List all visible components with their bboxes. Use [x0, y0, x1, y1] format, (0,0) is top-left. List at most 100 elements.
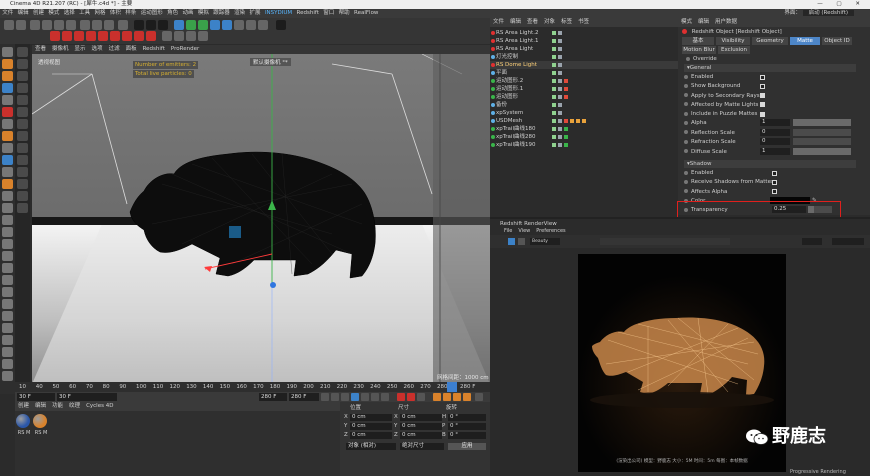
menu-item[interactable]: 编辑: [18, 10, 29, 16]
visibility-icon[interactable]: [552, 79, 556, 83]
layout-selector[interactable]: 界面： 启动 (Redshift): [490, 9, 870, 18]
object-row[interactable]: 灯光控制: [490, 53, 678, 61]
mode-tool-10-icon[interactable]: [2, 155, 13, 165]
object-row[interactable]: RS Area Light: [490, 45, 678, 53]
check-icon[interactable]: [558, 71, 562, 75]
z-axis-icon[interactable]: [104, 20, 114, 30]
menu-item[interactable]: Redshift: [297, 10, 319, 16]
perspective-viewport[interactable]: 透视视图 Number of emitters: 2 Total live pa…: [32, 54, 490, 384]
object-row[interactable]: RS Area Light.1: [490, 37, 678, 45]
mode-tool-23-icon[interactable]: [2, 311, 13, 321]
render-start-button[interactable]: [508, 238, 515, 245]
mode-tool-14-icon[interactable]: [2, 203, 13, 213]
check-icon[interactable]: [558, 31, 562, 35]
material-ball-icon[interactable]: [33, 414, 47, 428]
mode-tool-15-icon[interactable]: [2, 215, 13, 225]
tool-14-icon[interactable]: [17, 203, 28, 213]
mode-tool-18-icon[interactable]: [2, 251, 13, 261]
rotation-field[interactable]: 0 °: [448, 413, 486, 421]
key-position-button[interactable]: [433, 393, 441, 401]
rotate-icon[interactable]: [66, 20, 76, 30]
mode-tool-27-icon[interactable]: [2, 359, 13, 369]
mode-tool-26-icon[interactable]: [2, 347, 13, 357]
coord-system-icon[interactable]: [118, 20, 128, 30]
move-icon[interactable]: [42, 20, 52, 30]
tag-icon[interactable]: [564, 135, 568, 139]
cube-icon[interactable]: [174, 20, 184, 30]
menu-item[interactable]: 运动图形: [141, 10, 163, 16]
viewport-menu-item[interactable]: ProRender: [171, 46, 199, 52]
check-icon[interactable]: [558, 87, 562, 91]
check-icon[interactable]: [558, 95, 562, 99]
position-field[interactable]: 0 cm: [350, 422, 392, 430]
y-axis-icon[interactable]: [92, 20, 102, 30]
param-value-field[interactable]: 1: [760, 147, 790, 155]
visibility-icon[interactable]: [552, 103, 556, 107]
layout-value[interactable]: 启动 (Redshift): [802, 10, 854, 16]
key-select-button[interactable]: [417, 393, 425, 401]
redshift-tool-6-icon[interactable]: [110, 31, 120, 41]
menu-item[interactable]: 模拟: [198, 10, 209, 16]
end-frame-field-b[interactable]: 280 F: [289, 393, 319, 401]
material-menu-item[interactable]: 创建: [18, 403, 29, 409]
beauty-aov-select[interactable]: Beauty: [530, 238, 560, 245]
param-value-field[interactable]: 1: [760, 119, 790, 126]
xparticles-icon[interactable]: [276, 20, 286, 30]
check-icon[interactable]: [558, 111, 562, 115]
mode-tool-3-icon[interactable]: [2, 71, 13, 81]
tag-icon[interactable]: [564, 95, 568, 99]
deformer-icon[interactable]: [222, 20, 232, 30]
param-slider[interactable]: [793, 147, 851, 155]
visibility-icon[interactable]: [552, 95, 556, 99]
mode-tool-2-icon[interactable]: [2, 59, 13, 69]
attribute-menu-item[interactable]: 模式: [681, 19, 692, 25]
array-icon[interactable]: [210, 20, 220, 30]
zoom-select[interactable]: [802, 238, 822, 245]
menu-item[interactable]: 动画: [182, 10, 193, 16]
timeline-options-button[interactable]: [475, 393, 483, 401]
renderview-menu-item[interactable]: Preferences: [536, 228, 565, 234]
param-slider[interactable]: [793, 138, 851, 145]
visibility-icon[interactable]: [552, 87, 556, 91]
tag-icon[interactable]: [564, 143, 568, 147]
rotation-field[interactable]: 0 °: [448, 422, 486, 430]
renderview-menu-item[interactable]: View: [518, 228, 530, 234]
tool-12-icon[interactable]: [17, 179, 28, 189]
mode-tool-13-icon[interactable]: [2, 191, 13, 201]
mode-tool-11-icon[interactable]: [2, 167, 13, 177]
param-checkbox[interactable]: [772, 170, 777, 176]
channel-select[interactable]: [832, 238, 864, 245]
timeline-ruler[interactable]: 10 40 50 60 70 80 90 100 110 120 130 140 150 160 170 18…: [15, 382, 490, 392]
visibility-icon[interactable]: [552, 63, 556, 67]
tag-icon[interactable]: [564, 79, 568, 83]
position-field[interactable]: 0 cm: [350, 413, 392, 421]
material-ball-icon[interactable]: [16, 414, 30, 428]
camera-tag[interactable]: 默认摄像机 °*: [250, 58, 291, 66]
check-icon[interactable]: [558, 63, 562, 67]
object-manager-tab[interactable]: 编辑: [510, 19, 521, 25]
param-checkbox[interactable]: [772, 179, 777, 185]
mode-tool-1-icon[interactable]: [2, 47, 13, 57]
light-icon[interactable]: [258, 20, 268, 30]
viewport-menu-item[interactable]: 查看: [35, 46, 46, 52]
coord-mode-select[interactable]: 对象 (相对): [346, 443, 396, 450]
viewport-menu-item[interactable]: 摄像机: [52, 46, 69, 52]
next-key-button[interactable]: [371, 393, 379, 401]
render-settings-icon[interactable]: [158, 20, 168, 30]
tool-11-icon[interactable]: [17, 167, 28, 177]
redo-icon[interactable]: [16, 20, 26, 30]
redshift-tool-4-icon[interactable]: [86, 31, 96, 41]
tool-5-icon[interactable]: [17, 95, 28, 105]
attribute-tab[interactable]: Matte: [790, 37, 820, 45]
rotation-field[interactable]: 0 °: [448, 431, 486, 439]
object-manager-tab[interactable]: 对象: [544, 19, 555, 25]
check-icon[interactable]: [558, 47, 562, 51]
attribute-tab[interactable]: Object ID: [822, 37, 852, 45]
param-value-field[interactable]: 0: [760, 128, 790, 136]
viewport-menu-item[interactable]: Redshift: [143, 46, 165, 52]
object-manager-tab[interactable]: 查看: [527, 19, 538, 25]
check-icon[interactable]: [558, 55, 562, 59]
object-row[interactable]: 运动图形.2: [490, 77, 678, 85]
visibility-icon[interactable]: [552, 31, 556, 35]
viewport-menu-item[interactable]: 显示: [75, 46, 86, 52]
